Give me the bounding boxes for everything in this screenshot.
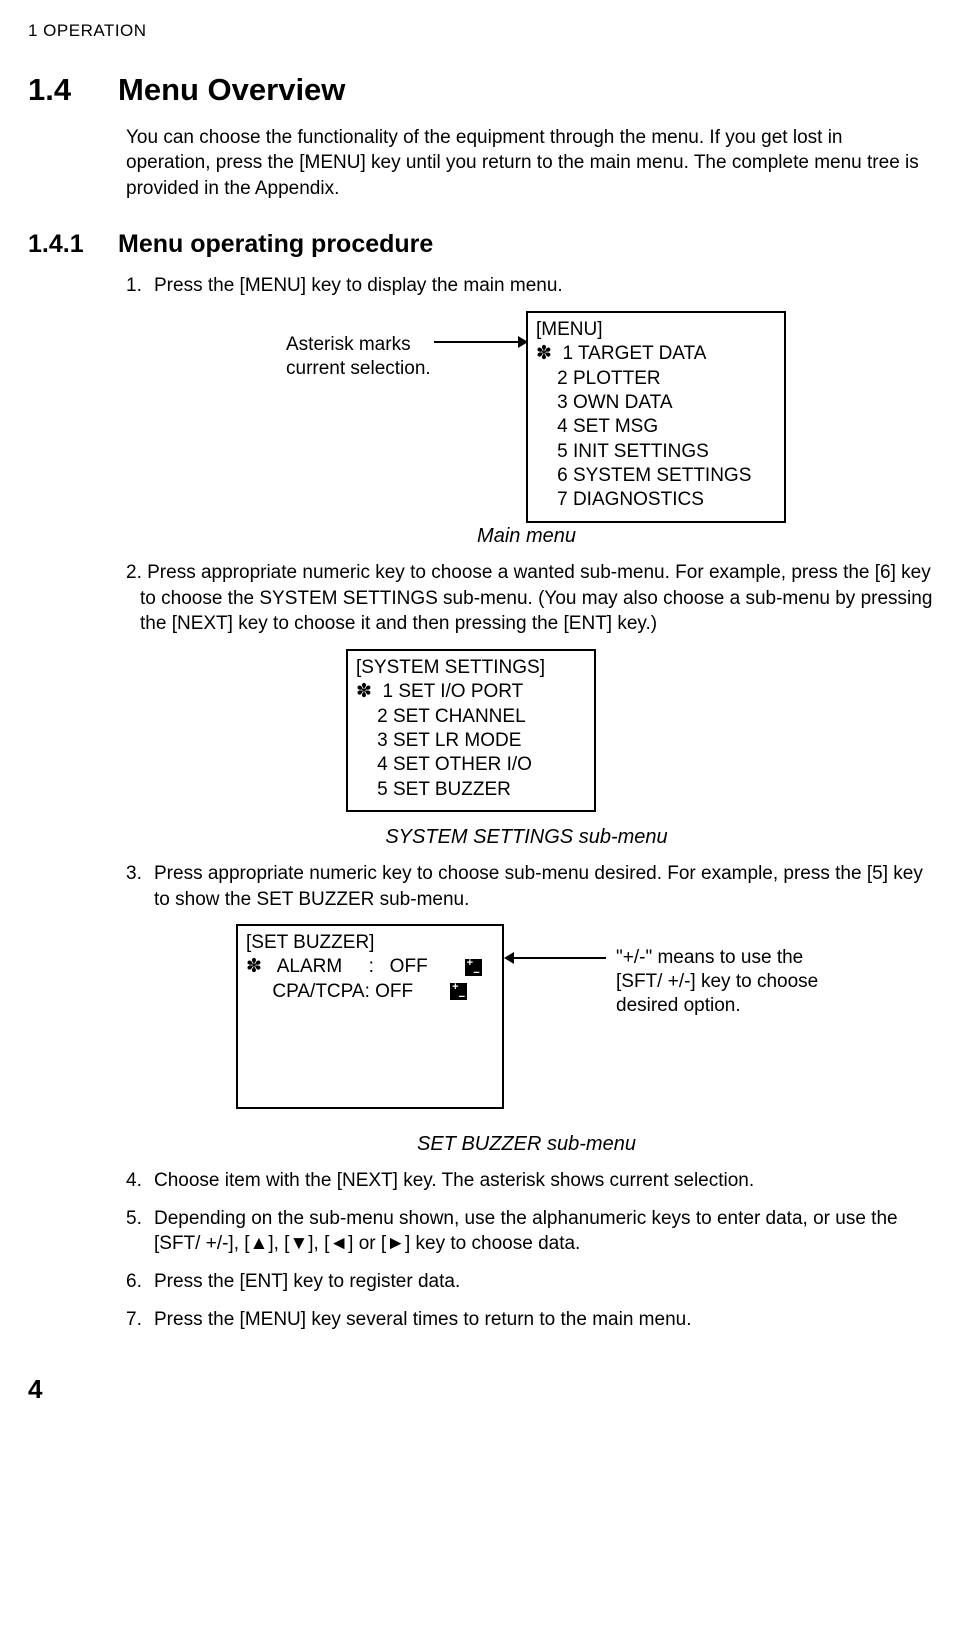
main-menu-item: 5 INIT SETTINGS	[536, 440, 776, 464]
system-settings-item: 5 SET BUZZER	[356, 778, 586, 802]
figure-main-menu: Asterisk marks current selection. [MENU]…	[126, 311, 927, 511]
set-buzzer-title: [SET BUZZER]	[246, 931, 494, 955]
step-3-number: 3.	[126, 861, 154, 887]
step-1-number: 1.	[126, 273, 154, 299]
system-settings-item: 3 SET LR MODE	[356, 729, 586, 753]
step-1-text: Press the [MENU] key to display the main…	[154, 273, 923, 299]
step-4-number: 4.	[126, 1168, 154, 1194]
step-7-text: Press the [MENU] key several times to re…	[154, 1307, 923, 1333]
step-1: 1.Press the [MENU] key to display the ma…	[126, 273, 927, 299]
section-1-4-intro: You can choose the functionality of the …	[126, 125, 927, 202]
system-settings-item: 2 SET CHANNEL	[356, 705, 586, 729]
section-1-4-1-number: 1.4.1	[28, 228, 118, 262]
figure-set-buzzer: [SET BUZZER] ✽ ALARM : OFF CPA/TCPA: OFF…	[126, 924, 927, 1119]
step-5-number: 5.	[126, 1206, 154, 1232]
system-settings-box: [SYSTEM SETTINGS] ✽ 1 SET I/O PORT 2 SET…	[346, 649, 596, 812]
step-5-text: Depending on the sub-menu shown, use the…	[154, 1206, 923, 1257]
main-menu-item: 6 SYSTEM SETTINGS	[536, 464, 776, 488]
section-1-4-heading: 1.4Menu Overview	[28, 69, 927, 111]
system-settings-item: ✽ 1 SET I/O PORT	[356, 680, 586, 704]
set-buzzer-row: CPA/TCPA: OFF	[246, 980, 494, 1004]
step-2: 2. Press appropriate numeric key to choo…	[126, 560, 927, 637]
step-6-number: 6.	[126, 1269, 154, 1295]
section-1-4-1-title: Menu operating procedure	[118, 230, 433, 258]
figure-3-caption: SET BUZZER sub-menu	[126, 1131, 927, 1158]
figure-2-caption: SYSTEM SETTINGS sub-menu	[126, 824, 927, 851]
step-6-text: Press the [ENT] key to register data.	[154, 1269, 923, 1295]
section-1-4-title: Menu Overview	[118, 72, 345, 107]
system-settings-item: 4 SET OTHER I/O	[356, 753, 586, 777]
set-buzzer-row-text: CPA/TCPA: OFF	[246, 981, 413, 1002]
figure-1-annotation-line2: current selection.	[286, 358, 431, 379]
main-menu-item: 7 DIAGNOSTICS	[536, 488, 776, 512]
set-buzzer-box: [SET BUZZER] ✽ ALARM : OFF CPA/TCPA: OFF	[236, 924, 504, 1109]
arrow-right-icon	[434, 341, 526, 343]
step-3: 3.Press appropriate numeric key to choos…	[126, 861, 927, 912]
step-6: 6.Press the [ENT] key to register data.	[126, 1269, 927, 1295]
plus-minus-icon	[450, 983, 467, 1000]
step-4-text: Choose item with the [NEXT] key. The ast…	[154, 1168, 923, 1194]
figure-system-settings: [SYSTEM SETTINGS] ✽ 1 SET I/O PORT 2 SET…	[126, 649, 927, 812]
main-menu-item: 2 PLOTTER	[536, 367, 776, 391]
step-4: 4.Choose item with the [NEXT] key. The a…	[126, 1168, 927, 1194]
set-buzzer-row: ✽ ALARM : OFF	[246, 955, 494, 979]
figure-3-annotation-line1: "+/-" means to use the	[616, 947, 803, 968]
figure-3-annotation-line2: [SFT/ +/-] key to choose	[616, 971, 818, 992]
section-1-4-number: 1.4	[28, 69, 118, 111]
main-menu-item: ✽ 1 TARGET DATA	[536, 342, 776, 366]
step-5: 5.Depending on the sub-menu shown, use t…	[126, 1206, 927, 1257]
main-menu-item: 3 OWN DATA	[536, 391, 776, 415]
step-7-number: 7.	[126, 1307, 154, 1333]
step-7: 7.Press the [MENU] key several times to …	[126, 1307, 927, 1333]
set-buzzer-row-text: ✽ ALARM : OFF	[246, 956, 428, 977]
main-menu-item: 4 SET MSG	[536, 415, 776, 439]
section-1-4-1-heading: 1.4.1Menu operating procedure	[28, 228, 927, 262]
page-number: 4	[28, 1372, 927, 1407]
figure-1-annotation-line1: Asterisk marks	[286, 334, 411, 355]
figure-1-annotation: Asterisk marks current selection.	[286, 333, 431, 381]
arrow-left-icon	[506, 957, 606, 959]
figure-3-annotation-line3: desired option.	[616, 995, 741, 1016]
figure-3-annotation: "+/-" means to use the [SFT/ +/-] key to…	[616, 946, 818, 1017]
step-3-text: Press appropriate numeric key to choose …	[154, 861, 923, 912]
step-2-text: 2. Press appropriate numeric key to choo…	[126, 560, 941, 637]
figure-1-caption: Main menu	[126, 523, 927, 550]
system-settings-title: [SYSTEM SETTINGS]	[356, 656, 586, 680]
main-menu-box: [MENU] ✽ 1 TARGET DATA 2 PLOTTER 3 OWN D…	[526, 311, 786, 523]
plus-minus-icon	[465, 959, 482, 976]
main-menu-title: [MENU]	[536, 318, 776, 342]
running-header: 1 OPERATION	[28, 20, 927, 43]
